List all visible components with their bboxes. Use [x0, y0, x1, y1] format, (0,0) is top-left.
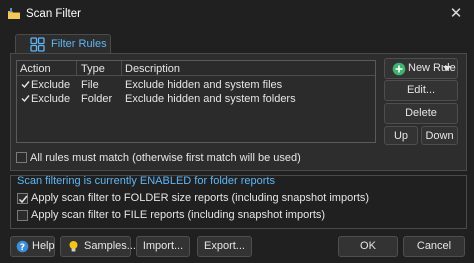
samples-label: Samples... — [84, 240, 136, 252]
tab-label: Filter Rules — [51, 38, 107, 50]
column-divider[interactable] — [76, 61, 77, 76]
file-reports-checkbox[interactable] — [17, 210, 28, 221]
chevron-down-icon — [443, 66, 451, 71]
column-header-type[interactable]: Type — [81, 62, 105, 76]
row-action: Exclude — [31, 93, 71, 105]
delete-button[interactable]: Delete — [384, 103, 458, 124]
row-type: File — [81, 79, 99, 91]
ok-button[interactable]: OK — [338, 236, 398, 257]
all-rules-must-match-checkbox[interactable] — [16, 152, 27, 163]
folder-reports-label: Apply scan filter to FOLDER size reports… — [31, 192, 370, 204]
new-rule-button[interactable]: New Rule — [384, 58, 458, 79]
lightbulb-icon — [69, 241, 78, 252]
edit-button[interactable]: Edit... — [384, 80, 458, 101]
table-row[interactable]: Exclude File Exclude hidden and system f… — [17, 78, 375, 92]
plus-circle-icon — [392, 62, 406, 76]
help-label: Help — [32, 240, 55, 252]
table-header: Action Type Description — [17, 61, 375, 76]
all-rules-must-match-label: All rules must match (otherwise first ma… — [30, 152, 301, 164]
column-header-action[interactable]: Action — [20, 62, 51, 76]
row-type: Folder — [81, 93, 113, 105]
checkmark-icon[interactable] — [21, 80, 30, 89]
table-row[interactable]: Exclude Folder Exclude hidden and system… — [17, 92, 375, 106]
column-header-description[interactable]: Description — [125, 62, 180, 76]
file-reports-label: Apply scan filter to FILE reports (inclu… — [31, 209, 326, 221]
checkmark-icon — [18, 195, 28, 204]
scan-filter-status: Scan filtering is currently ENABLED for … — [17, 175, 275, 187]
help-button[interactable]: ? Help — [10, 236, 55, 257]
window-title: Scan Filter — [26, 8, 81, 20]
move-up-button[interactable]: Up — [384, 126, 418, 145]
tab-filter-rules[interactable]: Filter Rules — [15, 34, 111, 54]
move-down-button[interactable]: Down — [421, 126, 458, 145]
row-action: Exclude — [31, 79, 71, 91]
help-icon: ? — [16, 240, 29, 253]
title-bar: Scan Filter ✕ — [0, 0, 474, 29]
row-description: Exclude hidden and system files — [125, 79, 283, 91]
samples-button[interactable]: Samples... — [60, 236, 136, 257]
column-divider[interactable] — [121, 61, 122, 76]
rules-table[interactable]: Action Type Description Exclude File Exc… — [16, 60, 376, 143]
import-button[interactable]: Import... — [136, 236, 190, 257]
svg-text:?: ? — [20, 243, 25, 253]
folder-filter-icon — [8, 8, 20, 19]
row-description: Exclude hidden and system folders — [125, 93, 296, 105]
export-button[interactable]: Export... — [197, 236, 252, 257]
checkmark-icon[interactable] — [21, 94, 30, 103]
close-icon[interactable]: ✕ — [448, 6, 464, 22]
cancel-button[interactable]: Cancel — [403, 236, 465, 257]
folder-reports-checkbox[interactable] — [17, 193, 28, 204]
grid-icon — [30, 37, 45, 52]
